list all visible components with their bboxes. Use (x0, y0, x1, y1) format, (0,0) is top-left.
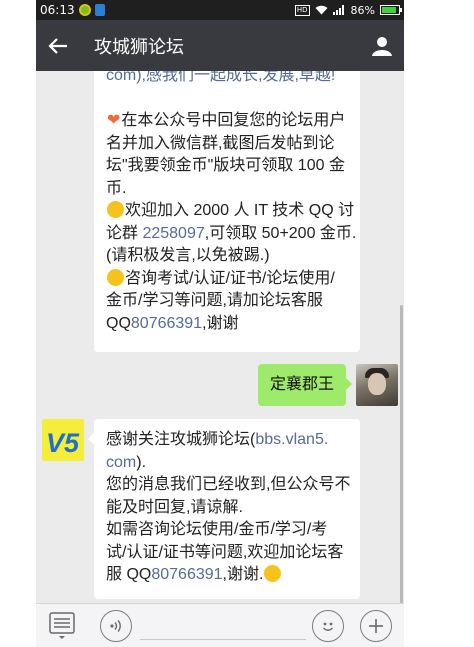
message-text: QQ (106, 314, 131, 332)
message-line: QQ80766391,谢谢 (106, 313, 350, 336)
back-arrow-icon[interactable] (36, 20, 80, 71)
chat-area[interactable]: com),感我们一起成长,发展,草越! ❤在本公众号中回复您的论坛用户 名并加入… (36, 71, 404, 603)
message-line: 能及时回复,请谅解. (106, 498, 243, 516)
message-line: 论群 2258097,可领取 50+200 金币. (106, 223, 356, 246)
phone-screen: 06:13 HD 86% 攻城狮论坛 com),感我们一起成长,发展,草越! ❤… (36, 0, 404, 647)
message-text: 在本公众号中回复您的论坛用户 (121, 112, 346, 129)
message-text: 咨询考试/认证/证书/论坛使用/ (125, 269, 335, 287)
avatar-face (368, 373, 386, 395)
incoming-message-bubble[interactable]: com),感我们一起成长,发展,草越! ❤在本公众号中回复您的论坛用户 名并加入… (94, 71, 360, 352)
message-line: 金币/学习等问题,请加论坛客服 (106, 292, 323, 309)
message-line: ❤在本公众号中回复您的论坛用户 (106, 110, 350, 133)
message-text: ,可领取 50+200 金币. (204, 224, 357, 242)
wink-emoji-icon (107, 268, 124, 286)
battery-icon (380, 5, 402, 15)
notification-file-icon (94, 4, 105, 16)
message-line: 服 QQ80766391,谢谢. (106, 564, 350, 587)
battery-fill (382, 7, 396, 13)
hd-badge: HD (294, 4, 310, 16)
website-link-continued[interactable]: com (106, 454, 136, 471)
message-text: 欢迎加入 2000 人 IT 技术 QQ 讨 (125, 202, 355, 219)
qq-number-link[interactable]: 80766391 (131, 315, 202, 332)
voice-input-icon[interactable] (100, 610, 132, 642)
heart-emoji-icon: ❤ (107, 112, 121, 129)
message-line: 您的消息我们已经收到,但公众号不 (106, 476, 351, 493)
message-line: 欢迎加入 2000 人 IT 技术 QQ 讨 (106, 200, 354, 223)
official-account-avatar[interactable]: V5 (42, 419, 84, 461)
qq-number-link[interactable]: 80766391 (151, 566, 222, 583)
chat-scrollbar[interactable] (400, 305, 403, 603)
signal-icon (332, 5, 344, 15)
message-line: 试/认证/证书等问题,欢迎加论坛客 (106, 543, 344, 561)
input-bar (36, 603, 404, 647)
emoji-icon[interactable] (312, 610, 344, 642)
profile-icon[interactable] (360, 20, 404, 71)
user-avatar[interactable] (356, 364, 398, 406)
message-line: 如需咨询论坛使用/金币/学习/考 (106, 521, 328, 538)
notification-app-icon (78, 4, 91, 16)
status-time: 06:13 (40, 3, 75, 17)
svg-text:V5: V5 (46, 428, 80, 458)
status-bar: 06:13 HD 86% (36, 0, 404, 20)
smile-emoji-icon (264, 565, 282, 582)
message-line: (请积极发言,以免被踢.) (106, 247, 270, 264)
smile-emoji-icon (107, 201, 124, 218)
message-line: 咨询考试/认证/证书/论坛使用/ (106, 268, 350, 291)
message-line: 名并加入微信群,截图后发帖到论 (106, 134, 335, 152)
message-line: 币. (106, 179, 127, 197)
add-plus-icon[interactable] (360, 610, 392, 642)
nav-bar: 攻城狮论坛 (36, 20, 404, 71)
outgoing-message-bubble[interactable]: 定襄郡王 (258, 364, 353, 406)
message-text: 服 QQ (106, 566, 152, 583)
message-line: com). (106, 452, 350, 475)
v5-logo-icon: V5 (46, 428, 80, 458)
message-text: ). (136, 453, 147, 471)
incoming-message-bubble[interactable]: 感谢关注攻城狮论坛(bbs.vlan5. com). 您的消息我们已经收到,但公… (88, 419, 360, 599)
message-line: com),感我们一起成长,发展,草越! (106, 71, 336, 84)
qq-group-link[interactable]: 2258097 (142, 225, 204, 242)
message-text: ,谢谢. (222, 566, 264, 583)
message-line: 感谢关注攻城狮论坛(bbs.vlan5. (106, 429, 350, 452)
wifi-icon (315, 5, 328, 15)
message-line: 坛"我要领金币"版块可领取 100 金 (106, 157, 345, 174)
page-title: 攻城狮论坛 (94, 36, 184, 57)
website-link[interactable]: bbs.vlan5. (255, 431, 328, 448)
message-text: ,谢谢 (202, 314, 239, 332)
battery-percent: 86% (350, 3, 375, 17)
menu-list-icon[interactable] (46, 610, 78, 642)
status-right-group: HD 86% (294, 3, 402, 17)
message-text: 感谢关注攻城狮论坛( (106, 431, 256, 448)
message-text: 论群 (106, 224, 143, 242)
message-input[interactable] (140, 614, 306, 640)
